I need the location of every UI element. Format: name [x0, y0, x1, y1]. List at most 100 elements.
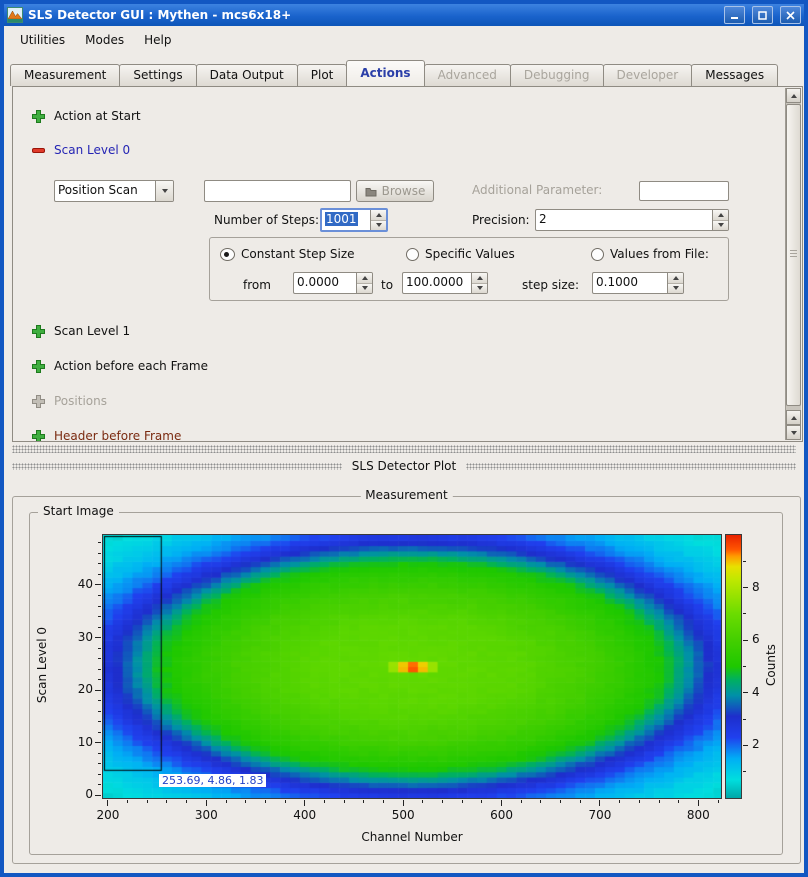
x-minor-tick	[442, 800, 443, 803]
y-minor-tick	[98, 721, 101, 722]
constant-step-size-radio[interactable]: Constant Step Size	[220, 247, 355, 261]
menu-help[interactable]: Help	[134, 30, 181, 50]
expand-plus-icon[interactable]	[32, 325, 45, 338]
measurement-group-title: Measurement	[360, 488, 452, 502]
y-tick-label: 10	[59, 735, 93, 749]
spin-up-icon[interactable]	[371, 210, 386, 220]
start-image-group: Start Image Scan Level 0 Counts Channel …	[29, 512, 783, 855]
y-minor-tick	[98, 753, 101, 754]
script-path-input[interactable]	[204, 180, 351, 202]
y-tick	[95, 690, 101, 691]
spin-up-icon[interactable]	[713, 210, 728, 220]
y-minor-tick	[98, 784, 101, 785]
minimize-button[interactable]	[724, 6, 745, 24]
scan-level-1-row: Scan Level 1	[32, 323, 130, 339]
scan-level-0-row: Scan Level 0	[32, 142, 130, 158]
from-spinbox[interactable]: 0.0000	[293, 272, 373, 294]
scroll-thumb[interactable]	[786, 104, 801, 406]
precision-value: 2	[536, 210, 712, 230]
y-minor-tick	[98, 711, 101, 712]
start-image-group-title: Start Image	[38, 504, 119, 518]
additional-parameter-input[interactable]	[639, 181, 729, 201]
tab-data-output[interactable]: Data Output	[196, 64, 298, 86]
x-minor-tick	[285, 800, 286, 803]
number-of-steps-spinbox[interactable]: 1001	[320, 208, 388, 232]
x-tick-label: 200	[88, 808, 128, 822]
menu-modes[interactable]: Modes	[75, 30, 134, 50]
positions-row: Positions	[32, 393, 107, 409]
x-minor-tick	[324, 800, 325, 803]
dock-handle-dots	[12, 463, 342, 470]
spin-down-icon[interactable]	[713, 220, 728, 231]
positions-label: Positions	[54, 394, 107, 408]
maximize-button[interactable]	[752, 6, 773, 24]
x-tick-label: 800	[678, 808, 718, 822]
colorbar-tick	[743, 745, 748, 746]
heatmap-canvas[interactable]	[102, 534, 722, 799]
scan-mode-combobox[interactable]: Position Scan	[54, 180, 174, 202]
colorbar-tick-label: 4	[752, 685, 774, 699]
tab-debugging: Debugging	[510, 64, 604, 86]
x-minor-tick	[226, 800, 227, 803]
x-minor-tick	[678, 800, 679, 803]
scroll-down-button[interactable]	[786, 425, 801, 440]
step-size-spinbox[interactable]: 0.1000	[592, 272, 684, 294]
x-minor-tick	[245, 800, 246, 803]
y-minor-tick	[98, 563, 101, 564]
vertical-scrollbar[interactable]	[785, 88, 801, 440]
tab-advanced: Advanced	[424, 64, 511, 86]
radio-icon[interactable]	[591, 248, 604, 261]
y-minor-tick	[98, 574, 101, 575]
step-size-label: step size:	[522, 278, 579, 292]
colorbar-tick-label: 6	[752, 632, 774, 646]
from-label: from	[243, 278, 271, 292]
tab-bar: MeasurementSettingsData OutputPlotAction…	[10, 62, 777, 86]
combo-dropdown-icon[interactable]	[155, 181, 173, 201]
colorbar-tick-label: 2	[752, 737, 774, 751]
header-before-frame-label: Header before Frame	[54, 429, 181, 442]
number-of-steps-value: 1001	[325, 212, 358, 226]
dock-title: SLS Detector Plot	[352, 459, 456, 473]
close-button[interactable]	[780, 6, 801, 24]
spin-down-icon[interactable]	[472, 283, 487, 294]
tab-actions[interactable]: Actions	[346, 60, 424, 86]
precision-spinbox[interactable]: 2	[535, 209, 729, 231]
splitter-handle[interactable]	[12, 445, 796, 453]
from-value: 0.0000	[294, 273, 356, 293]
browse-button-label: Browse	[382, 184, 426, 198]
spin-down-icon[interactable]	[371, 220, 386, 231]
colorbar-minor-tick	[743, 613, 746, 614]
x-minor-tick	[718, 800, 719, 803]
radio-selected-icon[interactable]	[220, 248, 235, 261]
spin-down-icon[interactable]	[357, 283, 372, 294]
number-of-steps-label: Number of Steps:	[207, 213, 319, 227]
tab-messages[interactable]: Messages	[691, 64, 778, 86]
x-minor-tick	[363, 800, 364, 803]
menu-utilities[interactable]: Utilities	[10, 30, 75, 50]
colorbar-tick-label: 8	[752, 580, 774, 594]
collapse-minus-icon[interactable]	[32, 144, 45, 157]
spin-up-icon[interactable]	[472, 273, 487, 283]
tab-plot[interactable]: Plot	[297, 64, 348, 86]
tab-settings[interactable]: Settings	[119, 64, 196, 86]
specific-values-radio[interactable]: Specific Values	[406, 247, 515, 261]
expand-plus-icon[interactable]	[32, 430, 45, 443]
spin-up-icon[interactable]	[357, 273, 372, 283]
values-from-file-radio[interactable]: Values from File:	[591, 247, 709, 261]
scroll-up-button[interactable]	[786, 88, 801, 103]
y-tick-label: 40	[59, 577, 93, 591]
titlebar[interactable]: SLS Detector GUI : Mythen - mcs6x18+	[4, 4, 804, 26]
plot-dock-titlebar[interactable]: SLS Detector Plot	[12, 456, 796, 476]
x-tick	[403, 800, 404, 806]
expand-plus-icon[interactable]	[32, 360, 45, 373]
spin-up-icon[interactable]	[668, 273, 683, 283]
tab-measurement[interactable]: Measurement	[10, 64, 120, 86]
to-spinbox[interactable]: 100.0000	[402, 272, 488, 294]
radio-icon[interactable]	[406, 248, 419, 261]
expand-plus-icon[interactable]	[32, 110, 45, 123]
x-minor-tick	[127, 800, 128, 803]
scroll-up-button-bottom[interactable]	[786, 410, 801, 425]
x-minor-tick	[619, 800, 620, 803]
spin-down-icon[interactable]	[668, 283, 683, 294]
scan-level-1-label: Scan Level 1	[54, 324, 130, 338]
